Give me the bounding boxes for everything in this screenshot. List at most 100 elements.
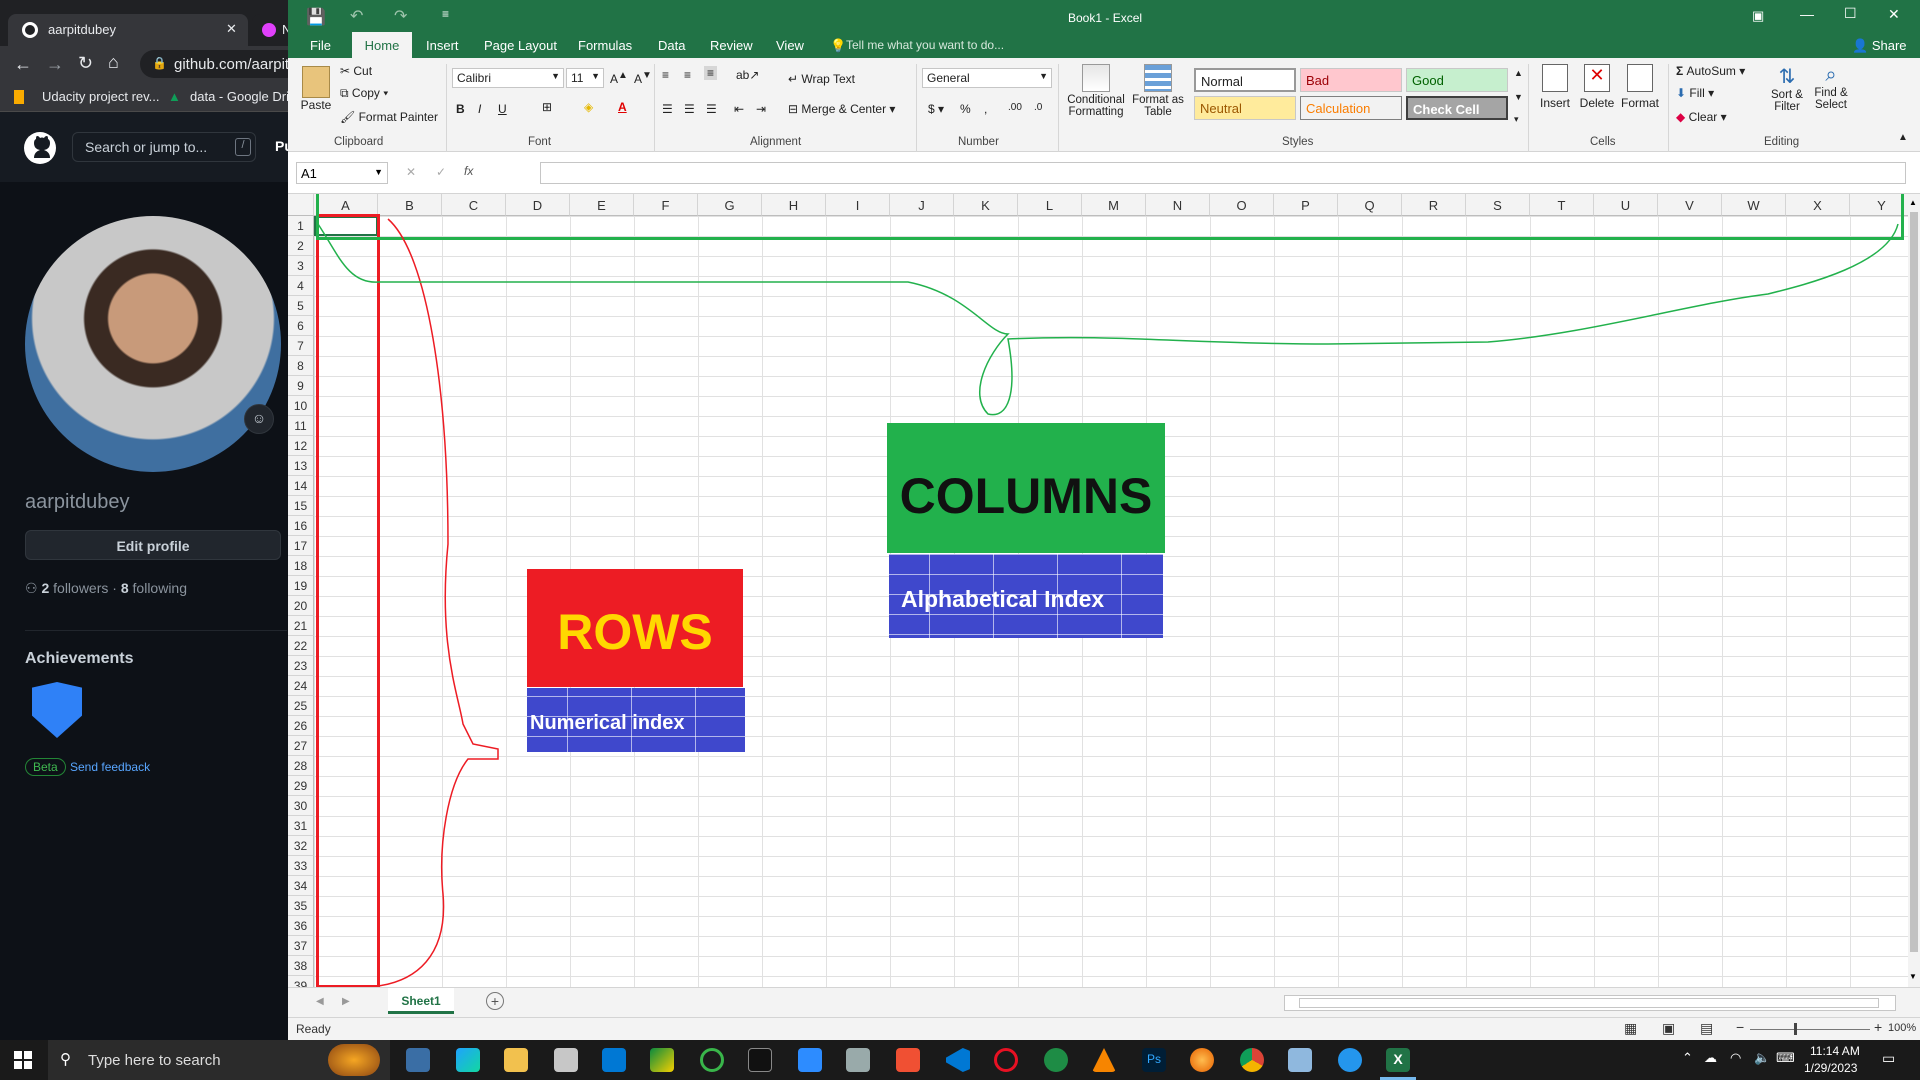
tab-formulas[interactable]: Formulas (578, 38, 632, 53)
align-right-icon[interactable]: ☰ (706, 102, 717, 116)
address-field[interactable]: 🔒 github.com/aarpit (140, 50, 288, 78)
bookmark-udacity[interactable]: Udacity project rev... (42, 89, 160, 104)
insert-cells-button[interactable]: Insert (1534, 64, 1576, 110)
onedrive-icon[interactable]: ☁ (1704, 1050, 1717, 1066)
chrome-icon[interactable] (1240, 1048, 1264, 1072)
notepad-icon[interactable] (1288, 1048, 1312, 1072)
tab-file[interactable]: File (310, 38, 331, 53)
bookmark-drive[interactable]: data - Google Drive (190, 89, 288, 104)
paint-icon[interactable] (846, 1048, 870, 1072)
save-icon[interactable]: 💾 (306, 7, 326, 27)
github-search-input[interactable]: Search or jump to... / (72, 132, 256, 162)
zoom-slider[interactable] (1750, 1029, 1870, 1030)
snipping-tool-icon[interactable] (554, 1048, 578, 1072)
zoom-app-icon[interactable] (798, 1048, 822, 1072)
file-explorer-icon[interactable] (504, 1048, 528, 1072)
paste-button[interactable]: Paste (296, 66, 336, 112)
home-icon[interactable]: ⌂ (108, 52, 119, 73)
underline-icon[interactable]: U (498, 102, 507, 116)
zoom-level[interactable]: 100% (1888, 1022, 1916, 1034)
tab-data[interactable]: Data (658, 38, 685, 53)
forward-icon[interactable]: → (46, 54, 64, 75)
font-color-icon[interactable]: A (618, 100, 627, 114)
shrink-font-icon[interactable]: A▼ (634, 70, 652, 86)
delete-cells-button[interactable]: ✕ Delete (1576, 64, 1618, 110)
windows-start-icon[interactable] (14, 1051, 32, 1069)
name-box[interactable]: A1 ▼ (296, 162, 388, 184)
clock-time[interactable]: 11:14 AM (1810, 1044, 1860, 1058)
styles-scroll-up-icon[interactable]: ▲ (1514, 68, 1523, 78)
wrap-text-button[interactable]: ↵ Wrap Text (788, 72, 855, 86)
scroll-down-icon[interactable]: ▼ (1909, 972, 1917, 981)
format-painter-button[interactable]: 🖌 Format Painter (340, 110, 438, 124)
spreadsheet-grid[interactable]: ABCDEFGHIJKLMNOPQRSTUVWXY 1 2 3 4 5 6 7 8 9 10 11 1… (288, 194, 1908, 987)
style-neutral[interactable]: Neutral (1194, 96, 1296, 120)
followers-label[interactable]: followers (53, 580, 108, 596)
edge-icon[interactable] (456, 1048, 480, 1072)
decrease-decimal-icon[interactable]: .0 (1034, 102, 1042, 113)
undo-icon[interactable]: ↶ (350, 6, 363, 26)
excel-taskbar-icon[interactable]: X (1386, 1048, 1410, 1072)
style-calculation[interactable]: Calculation (1300, 96, 1402, 120)
style-check-cell[interactable]: Check Cell (1406, 96, 1508, 120)
dev-app-icon[interactable] (1044, 1048, 1068, 1072)
number-format-select[interactable]: General ▼ (922, 68, 1052, 88)
borders-icon[interactable]: ⊞ (542, 100, 552, 114)
tray-chevron-icon[interactable]: ⌃ (1682, 1050, 1693, 1066)
align-left-icon[interactable]: ☰ (662, 102, 673, 116)
new-sheet-icon[interactable]: + (486, 992, 504, 1010)
cancel-entry-icon[interactable]: ✕ (406, 165, 416, 179)
bottom-align-icon[interactable]: ≡ (704, 66, 718, 80)
docker-icon[interactable] (1338, 1048, 1362, 1072)
followers-count[interactable]: 2 (41, 580, 49, 596)
orientation-icon[interactable]: ab↗ (736, 68, 759, 82)
middle-align-icon[interactable]: ≡ (684, 68, 691, 82)
currency-icon[interactable]: $ ▾ (928, 102, 944, 116)
zoom-in-icon[interactable]: + (1874, 1019, 1882, 1035)
github-logo-icon[interactable] (24, 132, 56, 164)
collapse-ribbon-icon[interactable]: ▲ (1898, 132, 1908, 143)
tell-me-input[interactable]: Tell me what you want to do... (846, 38, 1004, 52)
tab-page-layout[interactable]: Page Layout (484, 38, 557, 53)
align-center-icon[interactable]: ☰ (684, 102, 695, 116)
style-normal[interactable]: Normal (1194, 68, 1296, 92)
page-break-view-icon[interactable]: ▤ (1700, 1020, 1713, 1037)
tab-insert[interactable]: Insert (426, 38, 459, 53)
styles-scroll-down-icon[interactable]: ▼ (1514, 92, 1523, 102)
top-align-icon[interactable]: ≡ (662, 68, 669, 82)
bold-icon[interactable]: B (456, 102, 465, 116)
conditional-formatting-button[interactable]: Conditional Formatting (1064, 64, 1128, 118)
edit-profile-button[interactable]: Edit profile (25, 530, 281, 560)
vscode-icon[interactable] (946, 1048, 970, 1072)
taskbar-search-box[interactable]: ⚲ Type here to search (48, 1040, 390, 1080)
scroll-up-icon[interactable]: ▲ (1909, 198, 1917, 207)
share-button[interactable]: 👤 Share (1852, 38, 1907, 54)
redo-icon[interactable]: ↷ (394, 6, 407, 26)
customize-qat-icon[interactable]: ≡ (442, 7, 449, 21)
browser-tab-2[interactable]: N (252, 14, 288, 46)
volume-icon[interactable]: 🔈 (1754, 1050, 1770, 1066)
ribbon-display-icon[interactable]: ▣ (1752, 8, 1764, 24)
achievement-badge-icon[interactable] (32, 682, 82, 738)
sort-filter-button[interactable]: ⇅ Sort & Filter (1766, 64, 1808, 113)
maximize-icon[interactable]: ☐ (1844, 5, 1857, 22)
merge-center-button[interactable]: ⊟ Merge & Center ▾ (788, 102, 895, 116)
set-status-icon[interactable]: ☺ (244, 404, 274, 434)
wifi-icon[interactable]: ◠ (1730, 1050, 1741, 1066)
tab-close-icon[interactable]: ✕ (226, 21, 237, 37)
decrease-indent-icon[interactable]: ⇤ (734, 102, 744, 116)
autosum-button[interactable]: Σ AutoSum ▾ (1676, 64, 1745, 78)
fill-button[interactable]: ⬇ Fill ▾ (1676, 86, 1714, 100)
font-name-select[interactable]: Calibri ▼ (452, 68, 564, 88)
git-icon[interactable] (896, 1048, 920, 1072)
vertical-scrollbar[interactable]: ▲ ▼ (1908, 194, 1920, 987)
style-good[interactable]: Good (1406, 68, 1508, 92)
zoom-slider-thumb[interactable] (1794, 1023, 1797, 1035)
minimize-icon[interactable]: — (1800, 6, 1814, 22)
clear-button[interactable]: ◆ Clear ▾ (1676, 110, 1727, 124)
tab-home[interactable]: Home (352, 32, 412, 60)
zoom-out-icon[interactable]: − (1736, 1019, 1744, 1035)
styles-more-icon[interactable]: ▾ (1514, 114, 1519, 125)
increase-decimal-icon[interactable]: .00 (1008, 102, 1022, 113)
grow-font-icon[interactable]: A▲ (610, 70, 628, 86)
